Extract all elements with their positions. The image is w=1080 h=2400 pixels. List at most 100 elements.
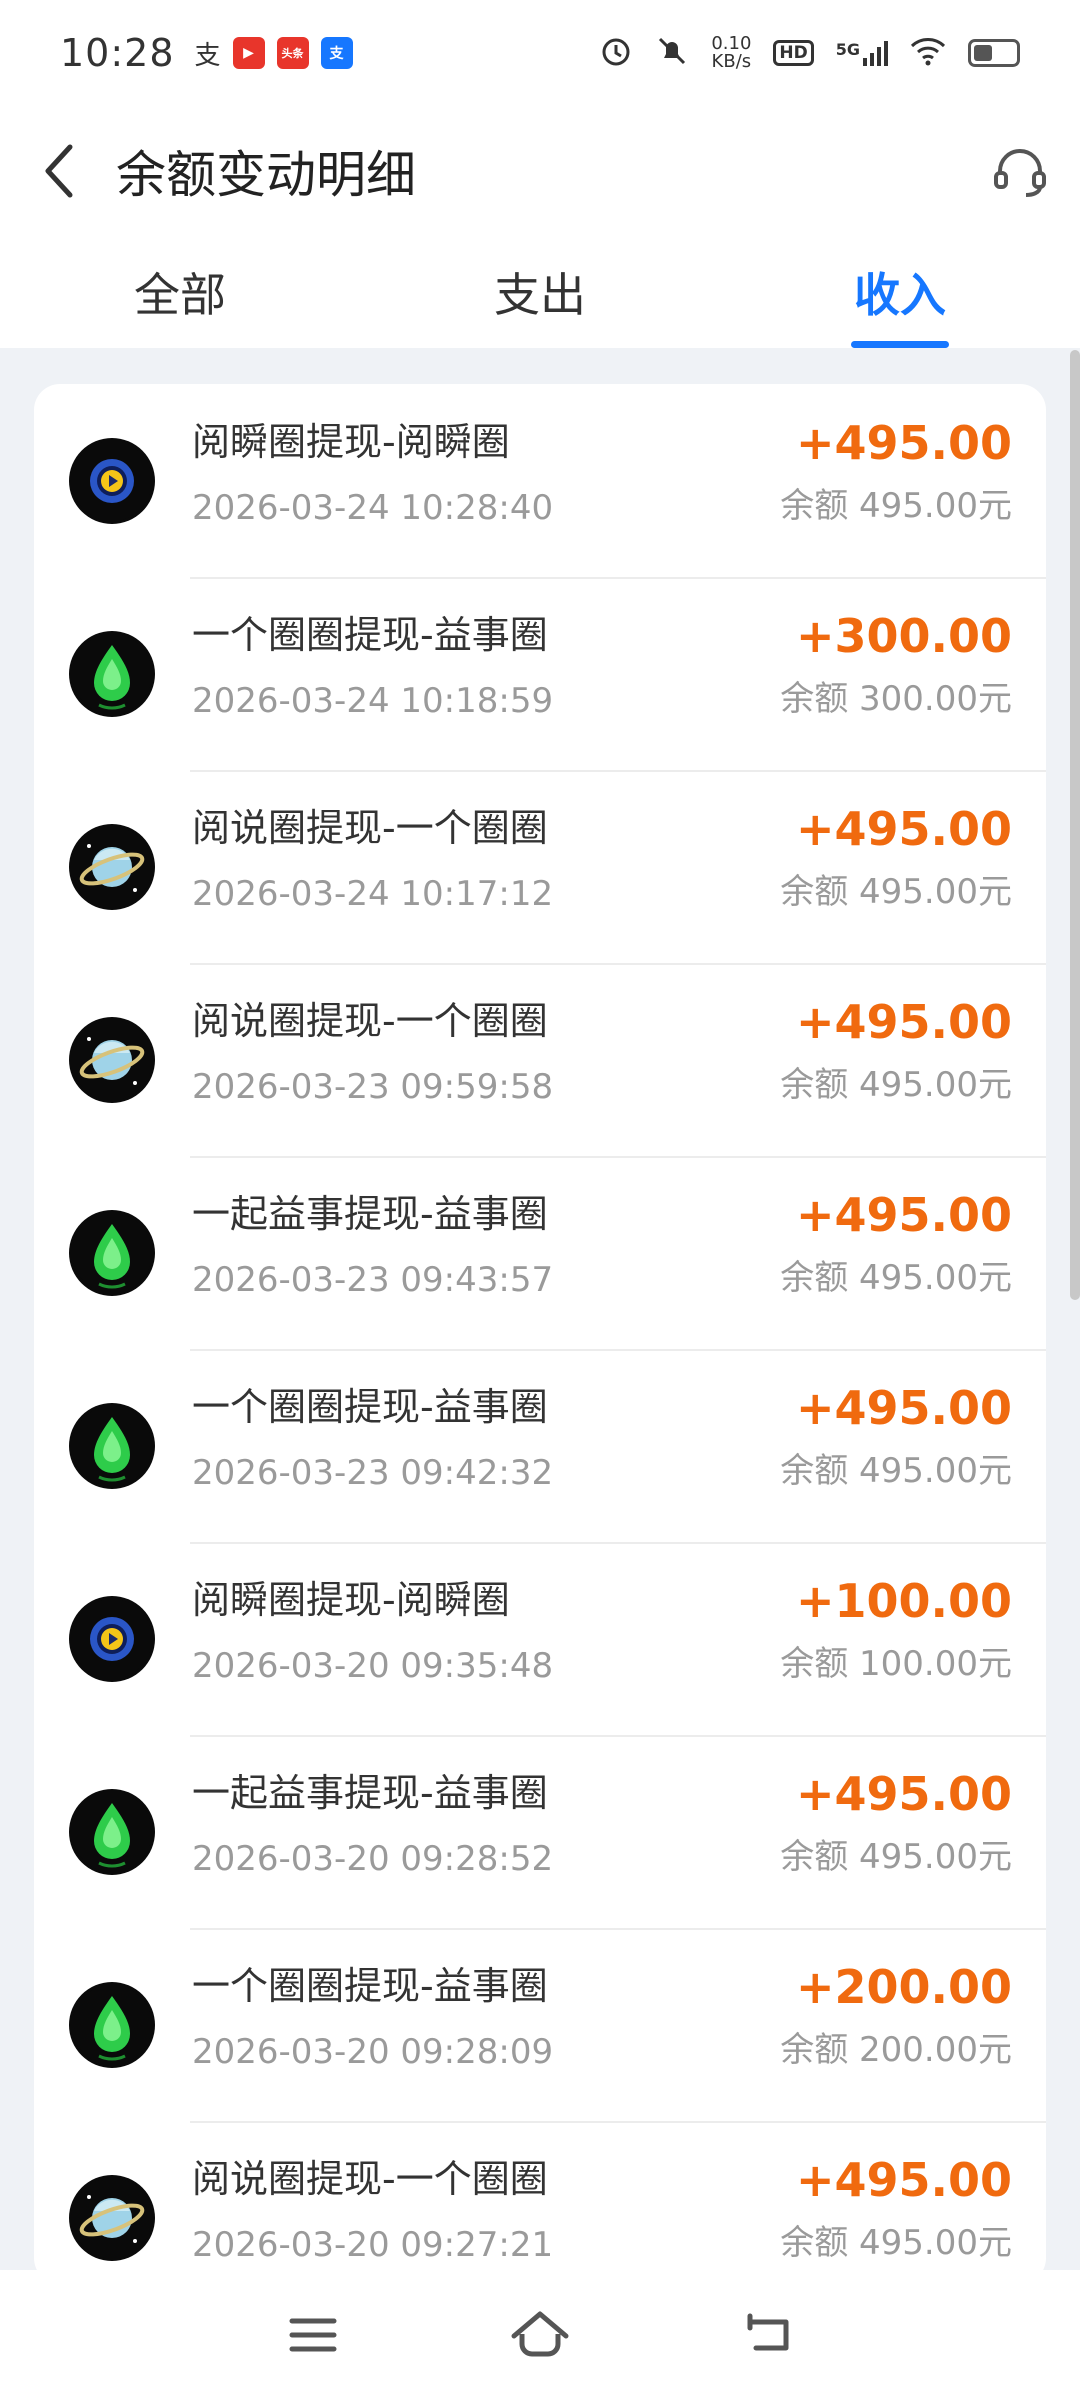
transaction-title: 一个圈圈提现-益事圈 (192, 1964, 548, 2008)
transaction-amounts: +495.00 余额 495.00元 (780, 1769, 1012, 1877)
transaction-row[interactable]: 一个圈圈提现-益事圈 2026-03-24 10:18:59 +300.00 余额 3… (34, 577, 1046, 770)
home-icon (511, 2311, 569, 2357)
status-app-icons: 支 ▶ 头条 支 (195, 35, 353, 72)
status-indicators: 0.10 KB/s HD 5G (599, 34, 1020, 72)
transaction-info: 一个圈圈提现-益事圈 2026-03-23 09:42:32 (192, 1383, 553, 1493)
back-nav-button[interactable] (722, 2290, 812, 2380)
planet-icon (69, 824, 155, 910)
transaction-amount: +495.00 (795, 1188, 1012, 1242)
transaction-title: 一个圈圈提现-益事圈 (192, 613, 548, 657)
transaction-time: 2026-03-20 09:28:52 (192, 1839, 554, 1879)
film-reel-icon (69, 1596, 155, 1682)
status-bar: 10:28 支 ▶ 头条 支 0.10 KB/s HD 5G (0, 0, 1080, 106)
transaction-row[interactable]: 一起益事提现-益事圈 2026-03-20 09:28:52 +495.00 余额 4… (34, 1735, 1046, 1928)
transaction-amount: +495.00 (795, 802, 1012, 856)
transaction-info: 一个圈圈提现-益事圈 2026-03-24 10:18:59 (192, 611, 553, 721)
video-app-icon: ▶ (232, 37, 265, 69)
transaction-time: 2026-03-24 10:18:59 (192, 681, 554, 721)
transaction-info: 阅说圈提现-一个圈圈 2026-03-20 09:27:21 (192, 2155, 553, 2265)
transaction-title: 一起益事提现-益事圈 (192, 1192, 548, 1236)
tab-expense[interactable]: 支出 (360, 236, 720, 348)
planet-icon (69, 2175, 155, 2261)
transaction-balance: 余额 495.00元 (780, 2223, 1012, 2263)
transaction-amounts: +495.00 余额 495.00元 (780, 1190, 1012, 1298)
transaction-row[interactable]: 阅说圈提现-一个圈圈 2026-03-24 10:17:12 +495.00 余额 4… (34, 770, 1046, 963)
transaction-time: 2026-03-23 09:59:58 (192, 1067, 554, 1107)
transaction-row[interactable]: 一个圈圈提现-益事圈 2026-03-20 09:28:09 +200.00 余额 2… (34, 1928, 1046, 2121)
home-button[interactable] (495, 2290, 585, 2380)
green-droplet-icon (69, 631, 155, 717)
menu-icon (289, 2318, 337, 2352)
transaction-balance: 余额 495.00元 (780, 1258, 1012, 1298)
transaction-row[interactable]: 阅瞬圈提现-阅瞬圈 2026-03-20 09:35:48 +100.00 余额 10… (34, 1542, 1046, 1735)
header: 余额变动明细 (0, 106, 1080, 236)
page-title: 余额变动明细 (116, 146, 416, 204)
green-droplet-icon (69, 1982, 155, 2068)
transaction-amounts: +495.00 余额 495.00元 (780, 997, 1012, 1105)
transaction-balance: 余额 495.00元 (780, 1451, 1012, 1491)
transaction-amounts: +495.00 余额 495.00元 (780, 418, 1012, 526)
transaction-amounts: +300.00 余额 300.00元 (780, 611, 1012, 719)
transaction-time: 2026-03-23 09:42:32 (192, 1453, 554, 1493)
customer-service-button[interactable] (960, 106, 1080, 236)
transaction-row[interactable]: 一起益事提现-益事圈 2026-03-23 09:43:57 +495.00 余额 4… (34, 1156, 1046, 1349)
transaction-time: 2026-03-23 09:43:57 (192, 1260, 554, 1300)
transaction-time: 2026-03-24 10:17:12 (192, 874, 554, 914)
chevron-left-icon (45, 144, 73, 198)
wifi-icon (910, 36, 946, 70)
transaction-info: 一起益事提现-益事圈 2026-03-20 09:28:52 (192, 1769, 553, 1879)
transaction-row[interactable]: 一个圈圈提现-益事圈 2026-03-23 09:42:32 +495.00 余额 4… (34, 1349, 1046, 1542)
net-speed: 0.10 KB/s (711, 33, 752, 72)
transaction-balance: 余额 200.00元 (780, 2030, 1012, 2070)
green-droplet-icon (69, 1403, 155, 1489)
transaction-amount: +200.00 (795, 1960, 1012, 2014)
transaction-amount: +495.00 (795, 2153, 1012, 2207)
transaction-title: 阅说圈提现-一个圈圈 (192, 999, 548, 1043)
headset-icon (994, 149, 1046, 197)
transaction-title: 阅说圈提现-一个圈圈 (192, 2157, 548, 2201)
transaction-time: 2026-03-20 09:27:21 (192, 2225, 554, 2265)
transaction-amounts: +495.00 余额 495.00元 (780, 2155, 1012, 2263)
signal-icon: 5G (836, 40, 888, 66)
filter-tabs: 全部 支出 收入 (0, 236, 1080, 348)
alarm-icon (599, 34, 633, 72)
film-reel-icon (69, 438, 155, 524)
tab-income[interactable]: 收入 (720, 236, 1080, 348)
transaction-title: 阅瞬圈提现-阅瞬圈 (192, 1578, 510, 1622)
transaction-title: 阅说圈提现-一个圈圈 (192, 806, 548, 850)
transaction-list: 阅瞬圈提现-阅瞬圈 2026-03-24 10:28:40 +495.00 余额 49… (34, 384, 1046, 2284)
transaction-time: 2026-03-24 10:28:40 (192, 488, 554, 528)
transaction-info: 阅瞬圈提现-阅瞬圈 2026-03-20 09:35:48 (192, 1576, 553, 1686)
scrollbar[interactable] (1070, 350, 1080, 1300)
toutiao-app-icon: 头条 (276, 37, 309, 69)
transaction-row[interactable]: 阅说圈提现-一个圈圈 2026-03-23 09:59:58 +495.00 余额 4… (34, 963, 1046, 1156)
menu-button[interactable] (268, 2290, 358, 2380)
transaction-row[interactable]: 阅说圈提现-一个圈圈 2026-03-20 09:27:21 +495.00 余额 4… (34, 2121, 1046, 2284)
system-nav-bar (0, 2270, 1080, 2400)
back-button[interactable] (0, 106, 120, 236)
alipay-icon: 支 (194, 40, 221, 71)
transaction-amount: +300.00 (795, 609, 1012, 663)
transaction-time: 2026-03-20 09:28:09 (192, 2032, 554, 2072)
transaction-info: 阅说圈提现-一个圈圈 2026-03-24 10:17:12 (192, 804, 553, 914)
transaction-amount: +100.00 (795, 1574, 1012, 1628)
transaction-amount: +495.00 (795, 1381, 1012, 1435)
tab-all[interactable]: 全部 (0, 236, 360, 348)
transaction-amount: +495.00 (795, 416, 1012, 470)
transaction-row[interactable]: 阅瞬圈提现-阅瞬圈 2026-03-24 10:28:40 +495.00 余额 49… (34, 384, 1046, 577)
green-droplet-icon (69, 1789, 155, 1875)
transaction-amounts: +100.00 余额 100.00元 (780, 1576, 1012, 1684)
transaction-info: 一个圈圈提现-益事圈 2026-03-20 09:28:09 (192, 1962, 553, 2072)
transaction-balance: 余额 495.00元 (780, 1837, 1012, 1877)
mute-bell-icon (655, 34, 689, 72)
battery-icon (968, 39, 1020, 67)
transaction-amount: +495.00 (795, 1767, 1012, 1821)
planet-icon (69, 1017, 155, 1103)
transaction-info: 阅说圈提现-一个圈圈 2026-03-23 09:59:58 (192, 997, 553, 1107)
transaction-title: 一起益事提现-益事圈 (192, 1771, 548, 1815)
hd-badge: HD (773, 40, 814, 66)
transaction-balance: 余额 495.00元 (780, 872, 1012, 912)
green-droplet-icon (69, 1210, 155, 1296)
transaction-amounts: +495.00 余额 495.00元 (780, 1383, 1012, 1491)
transaction-balance: 余额 495.00元 (780, 486, 1012, 526)
